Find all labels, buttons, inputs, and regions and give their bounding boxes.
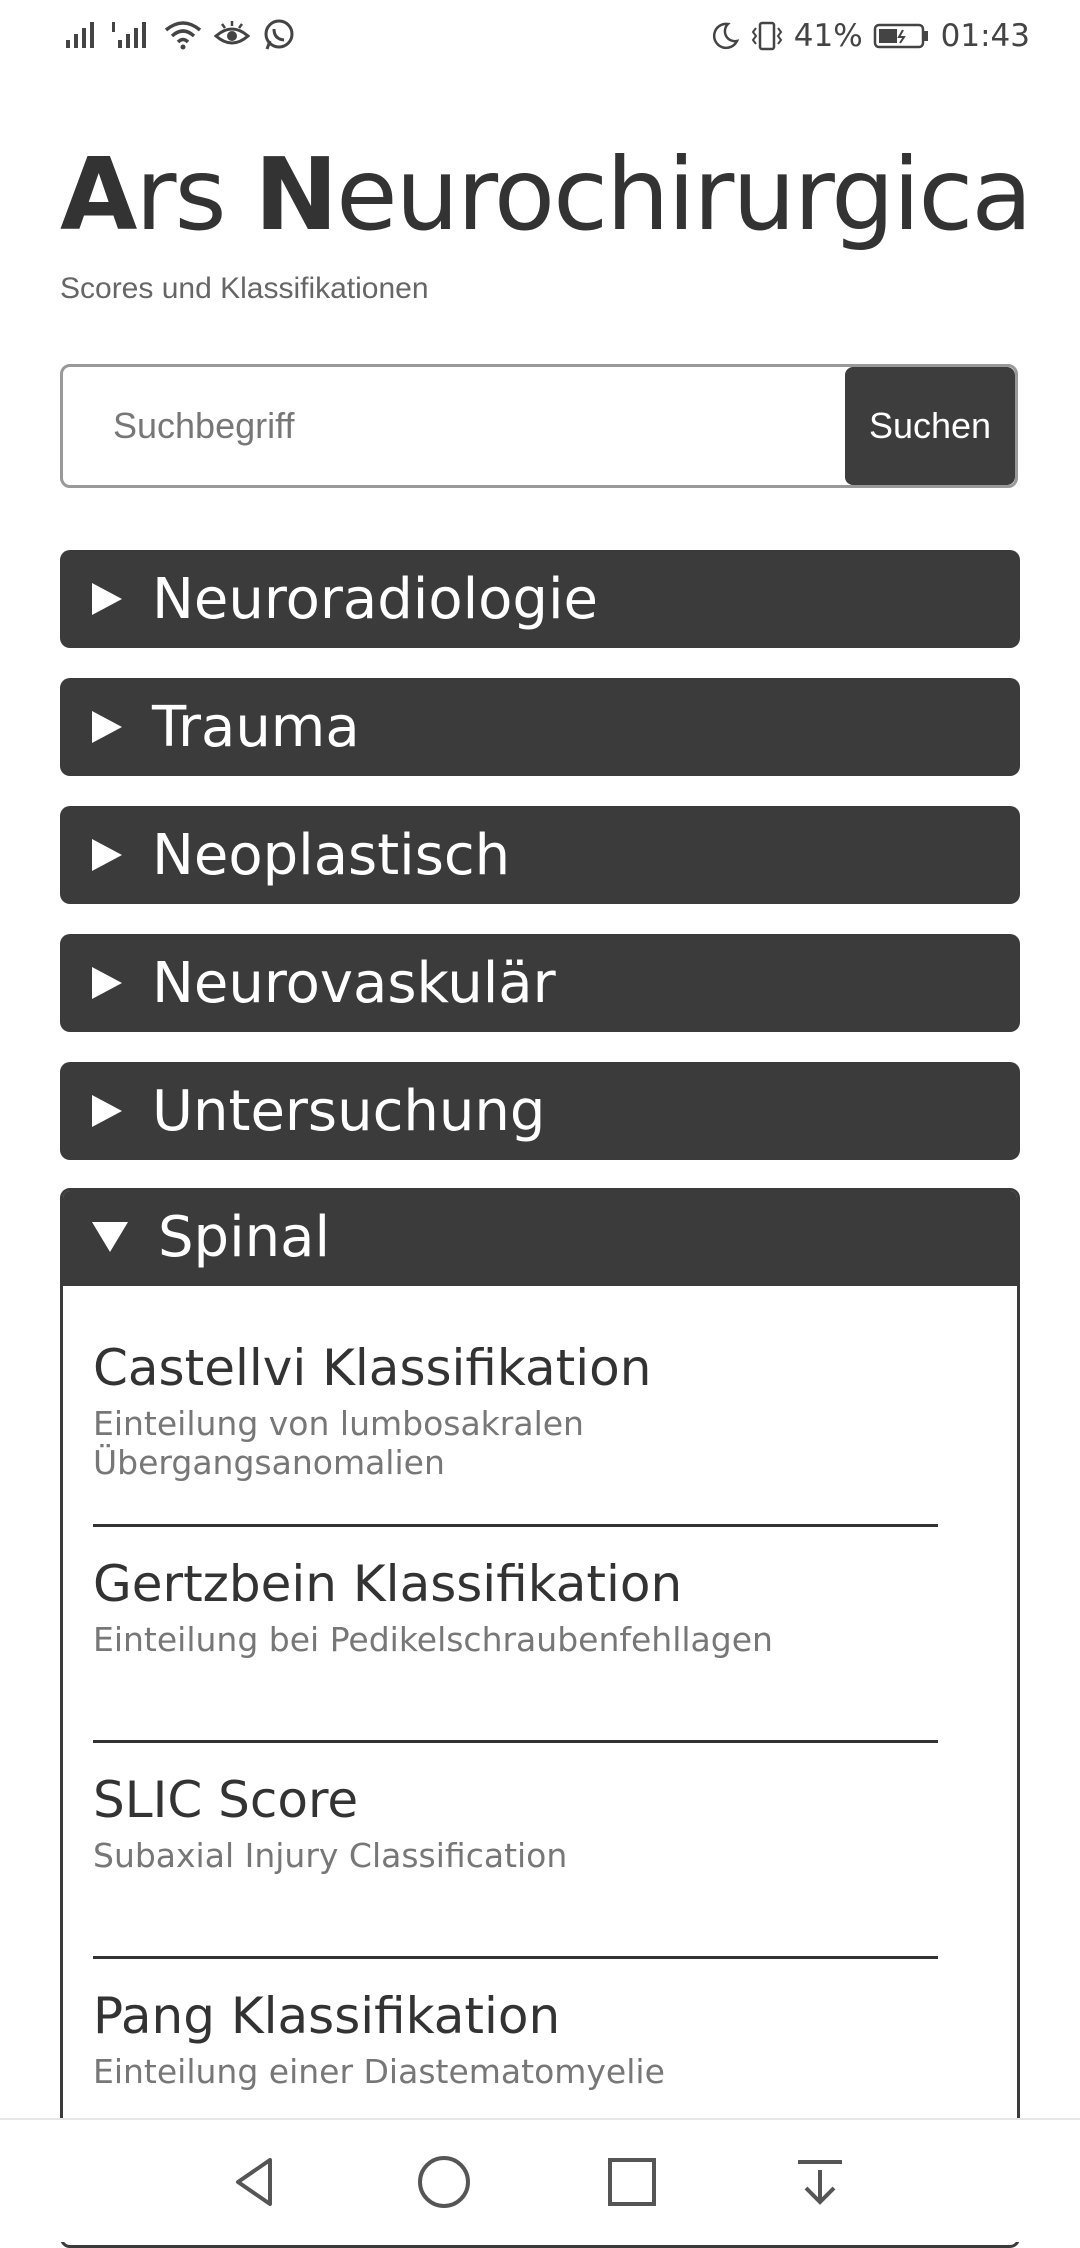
category-label: Trauma: [152, 694, 360, 760]
category-spinal[interactable]: Spinal: [63, 1191, 1017, 1286]
eye-icon: [214, 21, 250, 45]
moon-icon: [712, 22, 739, 50]
title-initial-n: N: [254, 136, 338, 253]
expand-arrow-icon: [92, 583, 122, 615]
category-label: Untersuchung: [152, 1078, 546, 1144]
search-input[interactable]: [63, 367, 853, 485]
app-subtitle: Scores und Klassifikationen: [60, 272, 429, 305]
category-trauma[interactable]: Trauma: [60, 678, 1020, 776]
notification-pulldown-icon[interactable]: [788, 2150, 852, 2214]
expand-arrow-icon: [92, 839, 122, 871]
list-item-castellvi[interactable]: Castellvi Klassifikation Einteilung von …: [93, 1311, 938, 1527]
category-label: Neoplastisch: [152, 822, 511, 888]
category-untersuchung[interactable]: Untersuchung: [60, 1062, 1020, 1160]
collapse-arrow-icon: [92, 1222, 128, 1252]
item-description: Einteilung von lumbosakralen Übergangsan…: [93, 1404, 584, 1482]
signal-icon: [112, 22, 146, 48]
status-bar: 41% 01:43: [0, 0, 1080, 80]
system-nav-bar: [0, 2118, 1080, 2242]
category-label: Neuroradiologie: [152, 566, 598, 632]
item-title: Pang Klassifikation: [93, 1987, 561, 2045]
item-title: SLIC Score: [93, 1771, 359, 1829]
item-title: Castellvi Klassifikation: [93, 1339, 652, 1397]
recents-icon[interactable]: [600, 2150, 664, 2214]
signal-icon: [66, 22, 94, 48]
expand-arrow-icon: [92, 967, 122, 999]
home-icon[interactable]: [412, 2150, 476, 2214]
wifi-icon: [164, 21, 202, 50]
category-neoplastisch[interactable]: Neoplastisch: [60, 806, 1020, 904]
search-box: Suchen: [60, 364, 1018, 488]
clock: 01:43: [940, 18, 1030, 54]
title-part2: eurochirurgica: [336, 136, 1033, 253]
category-label: Spinal: [158, 1204, 331, 1270]
expand-arrow-icon: [92, 1095, 122, 1127]
title-part1: rs: [135, 136, 255, 253]
status-icons-right: 41% 01:43: [710, 18, 1030, 54]
item-description: Subaxial Injury Classification: [93, 1836, 568, 1875]
item-description: Einteilung einer Diastematomyelie: [93, 2052, 665, 2091]
item-title: Gertzbein Klassifikation: [93, 1555, 683, 1613]
category-neuroradiologie[interactable]: Neuroradiologie: [60, 550, 1020, 648]
whatsapp-icon: [264, 19, 294, 50]
item-description: Einteilung bei Pedikelschraubenfehllagen: [93, 1620, 773, 1659]
category-panel-spinal: Spinal Castellvi Klassifikation Einteilu…: [60, 1188, 1020, 2248]
vibrate-icon: [751, 21, 782, 51]
back-icon[interactable]: [224, 2150, 288, 2214]
category-neurovaskulaer[interactable]: Neurovaskulär: [60, 934, 1020, 1032]
category-label: Neurovaskulär: [152, 950, 556, 1016]
battery-icon: [873, 23, 928, 49]
search-button[interactable]: Suchen: [845, 367, 1015, 485]
list-item-gertzbein[interactable]: Gertzbein Klassifikation Einteilung bei …: [93, 1527, 938, 1743]
status-icons-left: [64, 18, 296, 52]
app-title: Ars Neurochirurgica: [60, 140, 1033, 250]
battery-percent: 41%: [793, 18, 863, 54]
spinal-item-list: Castellvi Klassifikation Einteilung von …: [93, 1311, 938, 2175]
list-item-slic[interactable]: SLIC Score Subaxial Injury Classificatio…: [93, 1743, 938, 1959]
title-initial-a: A: [60, 136, 137, 253]
expand-arrow-icon: [92, 711, 122, 743]
